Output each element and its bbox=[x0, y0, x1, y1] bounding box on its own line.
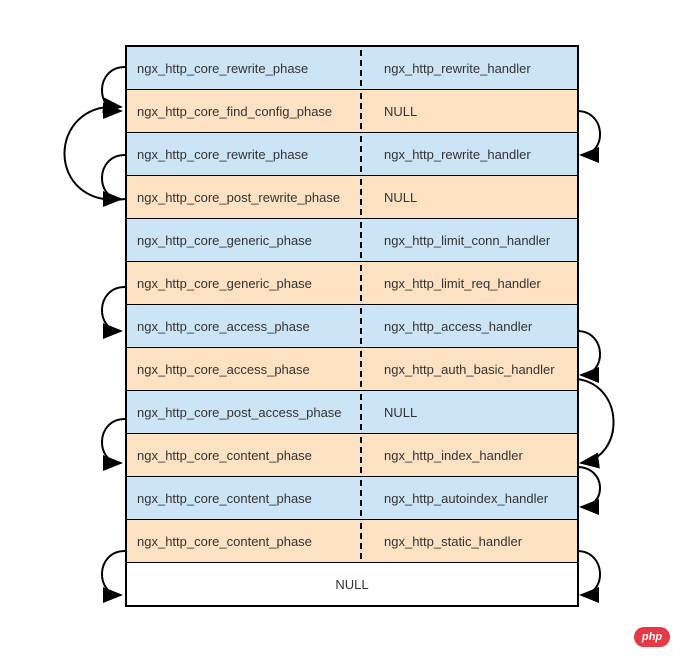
column-divider bbox=[360, 50, 362, 86]
table-row: ngx_http_core_generic_phasengx_http_limi… bbox=[127, 219, 577, 262]
null-row: NULL bbox=[127, 563, 577, 605]
table-row: ngx_http_core_post_access_phaseNULL bbox=[127, 391, 577, 434]
checker-cell: ngx_http_core_generic_phase bbox=[127, 262, 370, 304]
table-row: ngx_http_core_rewrite_phasengx_http_rewr… bbox=[127, 133, 577, 176]
table-row: ngx_http_core_post_rewrite_phaseNULL bbox=[127, 176, 577, 219]
php-badge: php bbox=[634, 627, 670, 647]
column-divider bbox=[360, 437, 362, 473]
table-row: ngx_http_core_rewrite_phasengx_http_rewr… bbox=[127, 47, 577, 90]
handler-cell: NULL bbox=[370, 90, 577, 132]
handler-cell: NULL bbox=[370, 176, 577, 218]
column-divider bbox=[360, 351, 362, 387]
column-divider bbox=[360, 179, 362, 215]
diagram-canvas: ngx_http_core_rewrite_phasengx_http_rewr… bbox=[0, 0, 695, 665]
table-row: ngx_http_core_generic_phasengx_http_limi… bbox=[127, 262, 577, 305]
table-row: ngx_http_core_content_phasengx_http_auto… bbox=[127, 477, 577, 520]
phase-table: ngx_http_core_rewrite_phasengx_http_rewr… bbox=[125, 45, 579, 607]
handler-cell: ngx_http_limit_conn_handler bbox=[370, 219, 577, 261]
table-row: ngx_http_core_content_phasengx_http_inde… bbox=[127, 434, 577, 477]
checker-cell: ngx_http_core_generic_phase bbox=[127, 219, 370, 261]
table-row: ngx_http_core_access_phasengx_http_auth_… bbox=[127, 348, 577, 391]
checker-cell: ngx_http_core_content_phase bbox=[127, 477, 370, 519]
handler-cell: ngx_http_auth_basic_handler bbox=[370, 348, 577, 390]
handler-cell: ngx_http_access_handler bbox=[370, 305, 577, 347]
checker-cell: ngx_http_core_find_config_phase bbox=[127, 90, 370, 132]
handler-cell: ngx_http_limit_req_handler bbox=[370, 262, 577, 304]
handler-cell: NULL bbox=[370, 391, 577, 433]
null-label: NULL bbox=[335, 577, 368, 592]
checker-cell: ngx_http_core_rewrite_phase bbox=[127, 47, 370, 89]
php-badge-label: php bbox=[642, 631, 662, 643]
column-divider bbox=[360, 394, 362, 430]
handler-cell: ngx_http_rewrite_handler bbox=[370, 47, 577, 89]
checker-cell: ngx_http_core_post_access_phase bbox=[127, 391, 370, 433]
handler-cell: ngx_http_rewrite_handler bbox=[370, 133, 577, 175]
checker-cell: ngx_http_core_access_phase bbox=[127, 348, 370, 390]
column-divider bbox=[360, 136, 362, 172]
handler-cell: ngx_http_static_handler bbox=[370, 520, 577, 562]
table-row: ngx_http_core_access_phasengx_http_acces… bbox=[127, 305, 577, 348]
column-divider bbox=[360, 93, 362, 129]
column-divider bbox=[360, 308, 362, 344]
handler-cell: ngx_http_autoindex_handler bbox=[370, 477, 577, 519]
handler-cell: ngx_http_index_handler bbox=[370, 434, 577, 476]
checker-cell: ngx_http_core_post_rewrite_phase bbox=[127, 176, 370, 218]
column-divider bbox=[360, 265, 362, 301]
checker-cell: ngx_http_core_content_phase bbox=[127, 520, 370, 562]
column-divider bbox=[360, 480, 362, 516]
column-divider bbox=[360, 523, 362, 559]
table-row: ngx_http_core_find_config_phaseNULL bbox=[127, 90, 577, 133]
checker-cell: ngx_http_core_content_phase bbox=[127, 434, 370, 476]
checker-cell: ngx_http_core_rewrite_phase bbox=[127, 133, 370, 175]
checker-cell: ngx_http_core_access_phase bbox=[127, 305, 370, 347]
column-divider bbox=[360, 222, 362, 258]
table-row: ngx_http_core_content_phasengx_http_stat… bbox=[127, 520, 577, 563]
